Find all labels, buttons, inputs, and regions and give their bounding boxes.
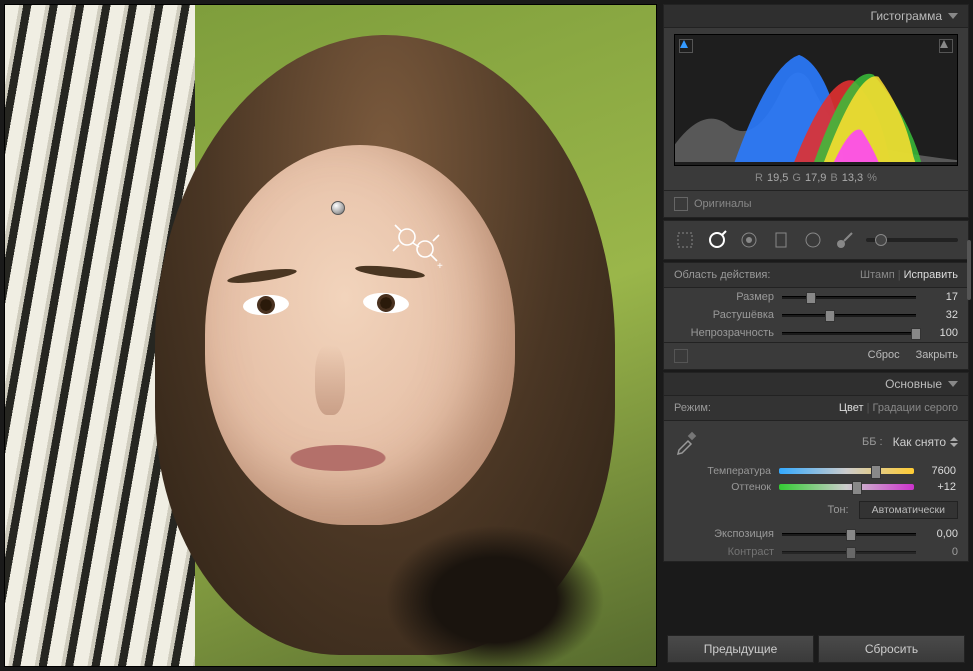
contrast-slider[interactable] — [782, 547, 916, 557]
brush-tool-icon[interactable] — [834, 229, 856, 251]
radial-tool-icon[interactable] — [802, 229, 824, 251]
right-panel: Гистограмма R19,5 G17,9 B13,3 — [663, 4, 969, 667]
basic-panel: Основные Режим: Цвет | Градации серого Б… — [663, 372, 969, 562]
scrollbar[interactable] — [967, 240, 971, 300]
rgb-readout: R19,5 G17,9 B13,3 % — [664, 170, 968, 190]
exposure-slider[interactable] — [782, 529, 916, 539]
eyedropper-icon[interactable] — [674, 429, 700, 455]
checkbox-icon — [674, 197, 688, 211]
panel-footer: Предыдущие Сбросить — [663, 631, 969, 667]
originals-toggle[interactable]: Оригиналы — [664, 190, 968, 217]
histogram-panel: Гистограмма R19,5 G17,9 B13,3 — [663, 4, 969, 218]
opacity-slider[interactable] — [782, 328, 916, 338]
auto-tone-button[interactable]: Автоматически — [859, 501, 958, 519]
area-label: Область действия: — [674, 269, 770, 281]
treat-color[interactable]: Цвет — [839, 402, 864, 414]
tool-size-mini-slider[interactable] — [866, 238, 958, 242]
app-root: + Гистограмма R19,5 — [0, 0, 973, 671]
reset-all-button[interactable]: Сбросить — [818, 635, 965, 663]
basic-header[interactable]: Основные — [664, 373, 968, 396]
treat-gray[interactable]: Градации серого — [873, 402, 959, 414]
collapse-icon — [948, 13, 958, 19]
previous-button[interactable]: Предыдущие — [667, 635, 814, 663]
collapse-icon — [948, 381, 958, 387]
grad-tool-icon[interactable] — [770, 229, 792, 251]
redeye-tool-icon[interactable] — [738, 229, 760, 251]
tool-strip-panel — [663, 220, 969, 260]
spot-heal-cursor[interactable]: + — [389, 215, 445, 271]
crop-tool-icon[interactable] — [674, 229, 696, 251]
reset-button[interactable]: Сброс — [868, 349, 900, 363]
heal-mode[interactable]: Исправить — [904, 269, 958, 281]
wb-preset-select[interactable]: Как снято — [893, 435, 958, 449]
clone-mode[interactable]: Штамп — [860, 269, 895, 281]
spot-options-panel: Область действия: Штамп | Исправить Разм… — [663, 262, 969, 370]
histogram-graph[interactable] — [674, 34, 958, 166]
tint-slider[interactable] — [779, 482, 914, 492]
spot-tool-icon[interactable] — [706, 229, 728, 251]
feather-slider[interactable] — [782, 310, 916, 320]
edit-pin[interactable] — [331, 201, 345, 215]
histogram-title: Гистограмма — [871, 9, 942, 23]
size-slider[interactable] — [782, 292, 916, 302]
panel-switch-icon[interactable] — [674, 349, 688, 363]
histogram-header[interactable]: Гистограмма — [664, 5, 968, 28]
svg-text:+: + — [437, 261, 443, 271]
close-button[interactable]: Закрыть — [916, 349, 958, 363]
temp-slider[interactable] — [779, 466, 914, 476]
image-viewport[interactable]: + — [4, 4, 657, 667]
photo-background — [5, 5, 656, 666]
